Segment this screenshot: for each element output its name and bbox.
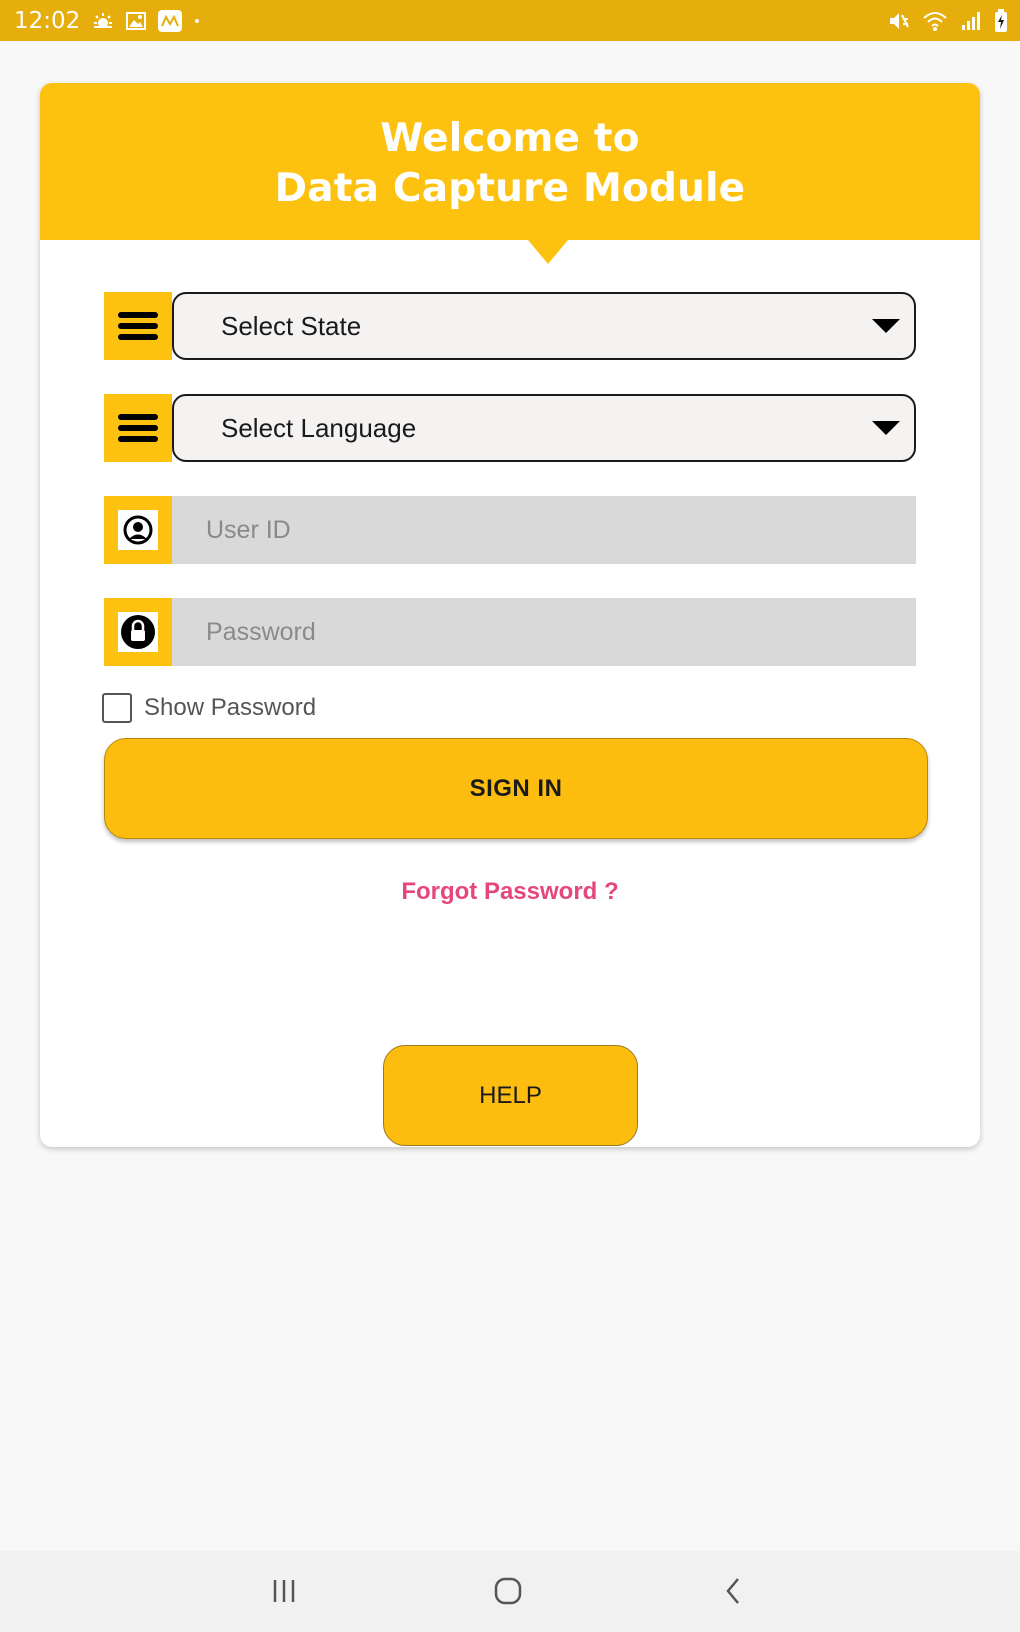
navigation-bar xyxy=(0,1551,1020,1632)
sign-in-button[interactable]: SIGN IN xyxy=(104,738,928,839)
list-icon xyxy=(104,292,172,360)
home-icon[interactable] xyxy=(488,1571,528,1611)
chevron-down-icon xyxy=(872,319,900,333)
status-time: 12:02 xyxy=(14,7,81,34)
login-card: Welcome to Data Capture Module Select St… xyxy=(40,83,980,1147)
welcome-header: Welcome to Data Capture Module xyxy=(40,83,980,240)
list-icon xyxy=(104,394,172,462)
help-button[interactable]: HELP xyxy=(383,1045,638,1146)
dot-icon xyxy=(194,18,200,24)
password-row xyxy=(104,598,956,666)
chevron-down-icon xyxy=(872,421,900,435)
mute-vibrate-icon xyxy=(888,10,910,32)
status-left: 12:02 xyxy=(14,8,200,34)
back-icon[interactable] xyxy=(713,1571,753,1611)
state-select-value: Select State xyxy=(221,310,362,341)
language-select[interactable]: Select Language xyxy=(172,394,916,462)
welcome-title-line2: Data Capture Module xyxy=(274,165,746,211)
forgot-password-link[interactable]: Forgot Password ? xyxy=(40,878,980,906)
signal-icon xyxy=(960,10,982,32)
header-pointer xyxy=(528,240,568,264)
language-row: Select Language xyxy=(104,394,956,462)
app-notification-icon xyxy=(158,9,183,32)
user-id-input[interactable] xyxy=(172,496,916,564)
welcome-title-line1: Welcome to xyxy=(380,115,640,161)
user-icon-box xyxy=(104,496,172,564)
show-password-label: Show Password xyxy=(144,694,317,721)
status-right xyxy=(888,8,1008,33)
language-select-value: Select Language xyxy=(221,412,417,443)
forgot-password-label[interactable]: Forgot Password ? xyxy=(401,878,618,905)
battery-charging-icon xyxy=(994,8,1008,33)
lock-icon xyxy=(118,612,158,652)
show-password-toggle[interactable]: Show Password xyxy=(102,693,316,723)
weather-sun-icon xyxy=(92,12,115,30)
lock-icon-box xyxy=(104,598,172,666)
recents-icon[interactable] xyxy=(264,1571,304,1611)
user-icon xyxy=(118,510,158,550)
state-select[interactable]: Select State xyxy=(172,292,916,360)
wifi-icon xyxy=(922,10,948,32)
state-row: Select State xyxy=(104,292,956,360)
status-bar: 12:02 xyxy=(0,0,1020,41)
password-input[interactable] xyxy=(172,598,916,666)
user-id-row xyxy=(104,496,956,564)
gallery-icon xyxy=(126,11,147,30)
show-password-checkbox[interactable] xyxy=(102,693,132,723)
